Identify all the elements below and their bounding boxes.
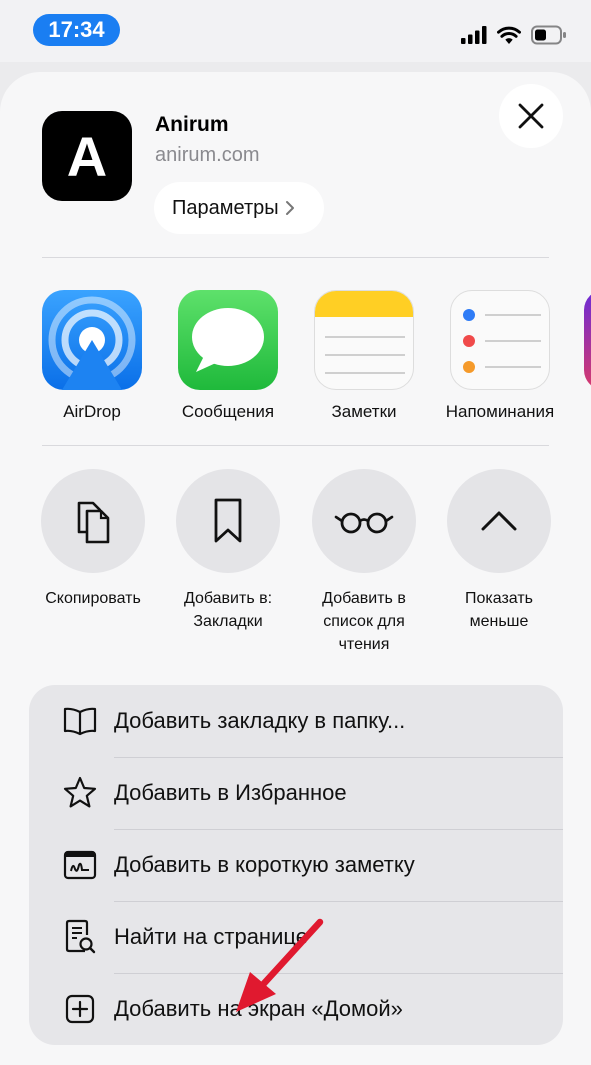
menu-item-label: Найти на странице <box>114 924 308 949</box>
params-label: Параметры <box>172 196 279 219</box>
menu-item-label: Добавить закладку в папку... <box>114 708 406 733</box>
action-circle <box>41 469 145 573</box>
share-target-label: Сообщения <box>181 402 275 421</box>
action-circle <box>176 469 280 573</box>
share-target-partial[interactable] <box>584 290 591 390</box>
airdrop-icon <box>42 290 142 390</box>
copy-icon <box>77 501 110 544</box>
battery-icon <box>531 25 566 45</box>
chevron-right-icon <box>285 201 294 215</box>
action-reading-list[interactable]: Добавить в список для чтения <box>289 469 439 656</box>
menu-item-bookmark-folder[interactable]: Добавить закладку в папку... <box>29 685 563 757</box>
app-url: anirum.com <box>155 144 260 166</box>
action-show-less[interactable]: Показать меньше <box>424 469 574 633</box>
share-target-airdrop[interactable]: AirDrop <box>32 290 152 422</box>
action-copy[interactable]: Скопировать <box>18 469 168 610</box>
action-circle <box>447 469 551 573</box>
header-divider <box>42 257 549 258</box>
action-label: Добавить в список для чтения <box>322 590 406 653</box>
app-icon-letter: A <box>66 124 108 188</box>
share-target-messages[interactable]: Сообщения <box>168 290 288 422</box>
share-target-label: Заметки <box>331 402 397 421</box>
status-bar: 17:34 <box>0 0 591 62</box>
share-divider <box>42 445 549 446</box>
messages-icon <box>178 290 278 390</box>
signal-icon <box>461 26 487 44</box>
action-label: Скопировать <box>45 590 141 607</box>
share-sheet: A Anirum anirum.com Параметры AirDrop Со… <box>0 72 591 1065</box>
book-icon <box>62 703 98 739</box>
status-time[interactable]: 17:34 <box>33 14 120 46</box>
action-circle <box>312 469 416 573</box>
notes-icon <box>314 290 414 390</box>
share-target-reminders[interactable]: Напоминания <box>440 290 560 422</box>
bookmark-icon <box>214 498 242 543</box>
star-icon <box>62 775 98 811</box>
menu-item-favorites[interactable]: Добавить в Избранное <box>29 757 563 829</box>
menu-item-add-to-home[interactable]: Добавить на экран «Домой» <box>29 973 563 1045</box>
close-icon <box>518 103 544 129</box>
menu-item-label: Добавить в короткую заметку <box>114 852 415 877</box>
action-label: Показать меньше <box>464 590 533 630</box>
share-target-label: Напоминания <box>445 402 555 421</box>
menu-item-label: Добавить на экран «Домой» <box>114 996 403 1021</box>
share-targets: AirDrop Сообщения Заметки Напоминания <box>0 290 591 430</box>
menu-item-label: Добавить в Избранное <box>114 780 347 805</box>
quick-note-icon <box>62 847 98 883</box>
menu-item-find-on-page[interactable]: Найти на странице <box>29 901 563 973</box>
add-square-icon <box>62 991 98 1027</box>
close-button[interactable] <box>499 84 563 148</box>
params-button[interactable]: Параметры <box>154 182 324 234</box>
share-target-notes[interactable]: Заметки <box>304 290 424 422</box>
action-label: Добавить в: Закладки <box>183 590 273 630</box>
app-icon: A <box>42 111 132 201</box>
reading-list-icon <box>334 512 394 534</box>
wifi-icon <box>497 26 521 44</box>
action-bookmark[interactable]: Добавить в: Закладки <box>153 469 303 633</box>
chevron-up-icon <box>481 511 517 531</box>
menu-item-quick-note[interactable]: Добавить в короткую заметку <box>29 829 563 901</box>
reminders-icon <box>450 290 550 390</box>
app-name: Anirum <box>155 113 229 136</box>
actions-list: Добавить закладку в папку... Добавить в … <box>29 685 563 1045</box>
share-target-label: AirDrop <box>63 402 121 421</box>
status-icons <box>461 20 567 50</box>
find-page-icon <box>62 919 98 955</box>
